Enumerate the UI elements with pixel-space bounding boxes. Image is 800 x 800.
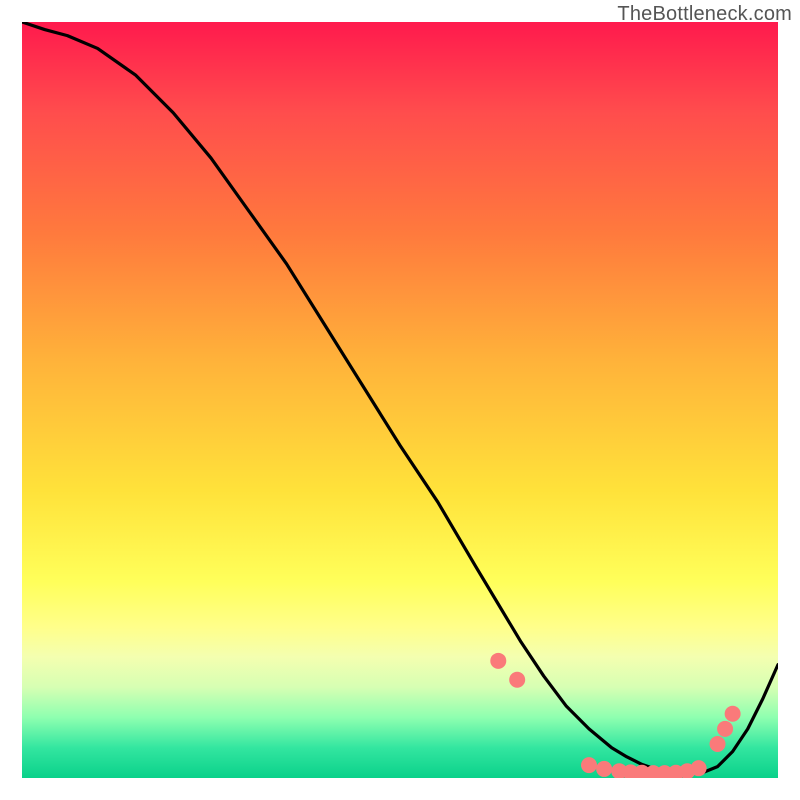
chart-marker	[581, 757, 597, 773]
chart-container: TheBottleneck.com	[0, 0, 800, 800]
chart-marker	[710, 736, 726, 752]
chart-marker	[717, 721, 733, 737]
chart-marker	[691, 760, 707, 776]
chart-line	[22, 22, 778, 773]
chart-marker	[596, 761, 612, 777]
chart-markers	[490, 653, 740, 778]
chart-marker	[725, 706, 741, 722]
chart-overlay	[22, 22, 778, 778]
chart-marker	[509, 672, 525, 688]
chart-marker	[490, 653, 506, 669]
